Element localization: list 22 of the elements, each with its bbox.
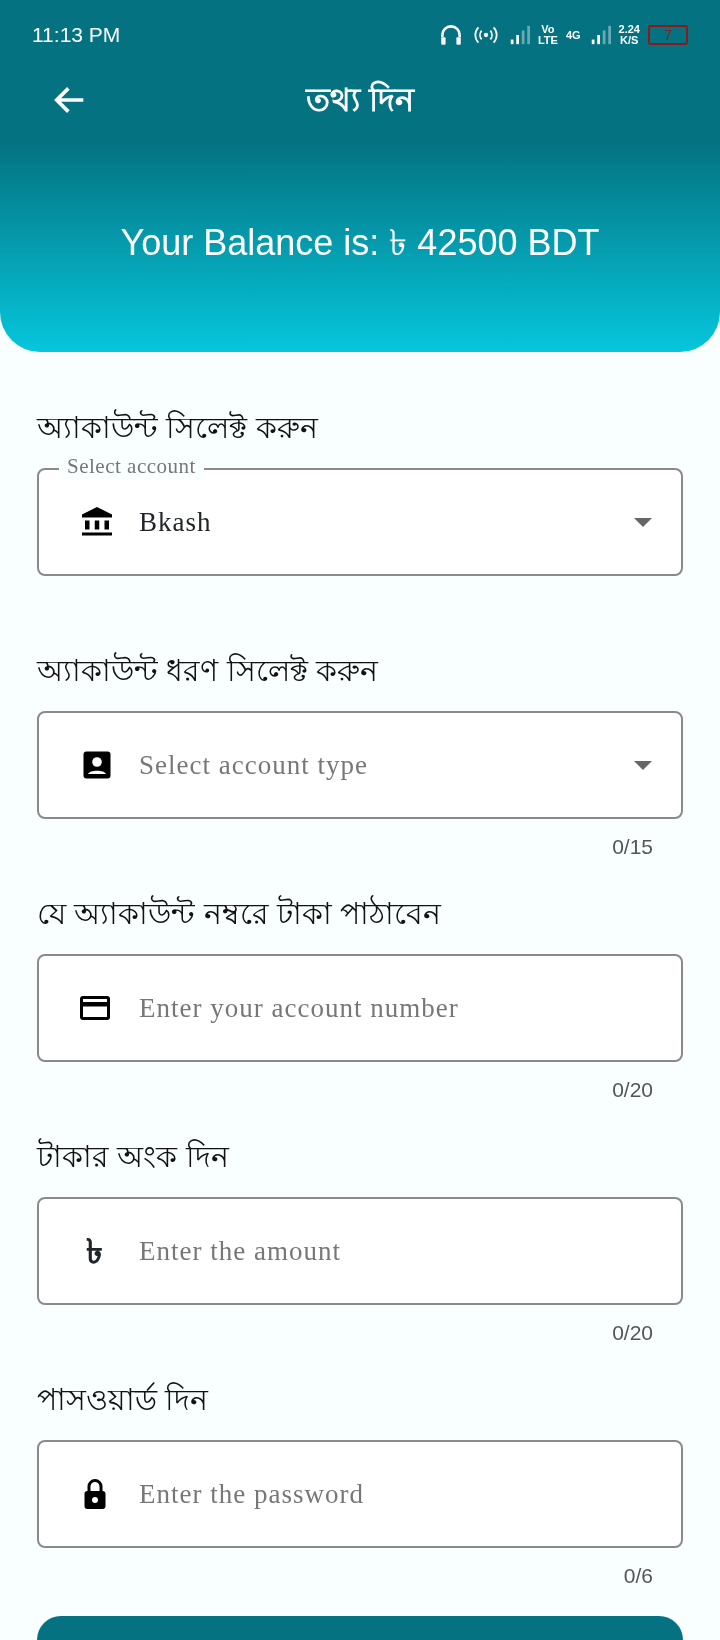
network-label: Vo: [540, 24, 556, 35]
input-field[interactable]: Enter your account number: [37, 954, 683, 1062]
character-counter: 0/20: [611, 1078, 654, 1102]
status-time: 11:13 PM: [32, 22, 121, 49]
network-label: LTE: [537, 35, 558, 46]
field-label: অ্যাকাউন্ট সিলেক্ট করুন: [37, 408, 320, 446]
balance-text: Your Balance is: ৳ 42500 BDT: [119, 221, 601, 265]
screen-title: তথ্য দিন: [306, 79, 414, 120]
battery-level: 7: [648, 25, 688, 45]
character-counter: 0/15: [611, 835, 654, 859]
speed-unit: K/S: [619, 35, 640, 46]
character-counter: 0/6: [622, 1564, 654, 1588]
field-label: টাকার অংক দিন: [37, 1137, 231, 1175]
dropdown-field[interactable]: Select account type: [37, 711, 683, 819]
character-counter: 0/20: [611, 1321, 654, 1345]
taka-symbol: ৳: [84, 1230, 104, 1272]
field-label: অ্যাকাউন্ট ধরণ সিলেক্ট করুন: [37, 651, 380, 689]
field-label: পাসওয়ার্ড দিন: [37, 1381, 210, 1418]
network-type: 4G: [565, 29, 581, 41]
speed-value: 2.24: [618, 24, 640, 35]
input-field[interactable]: Enter the password: [37, 1440, 683, 1548]
field-label: যে অ্যাকাউন্ট নম্বরে টাকা পাঠাবেন: [37, 894, 443, 932]
